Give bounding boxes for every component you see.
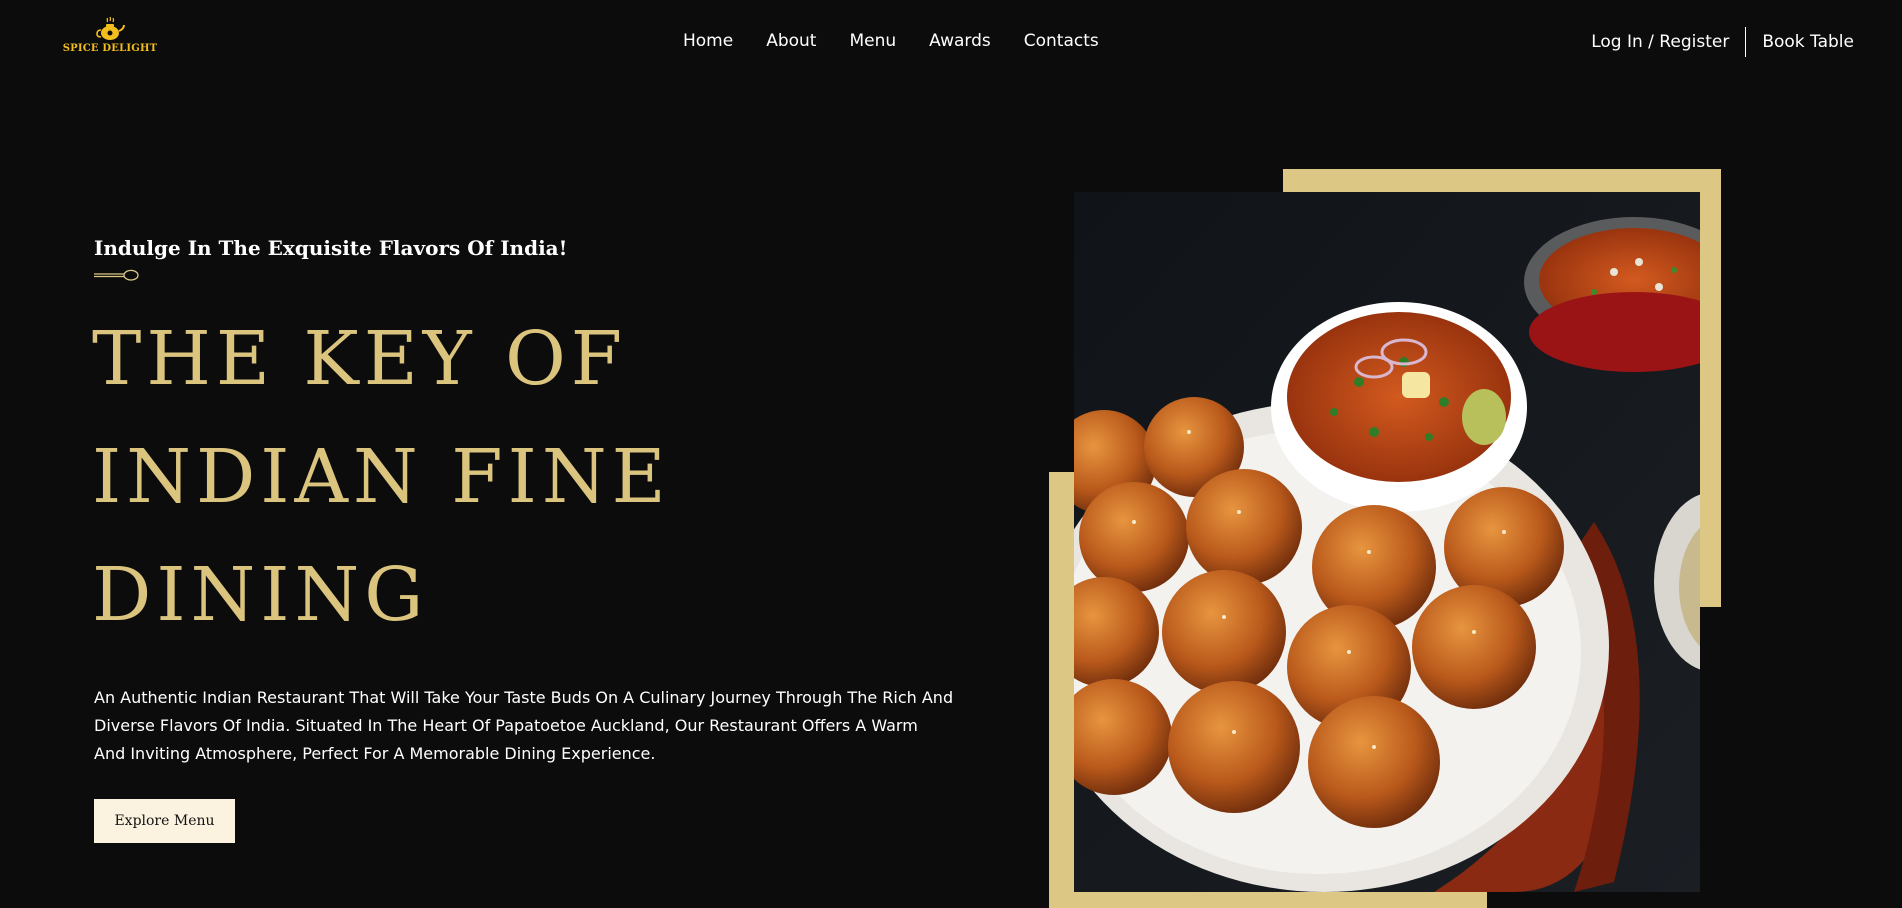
headline-line-1: THE KEY OF — [92, 316, 628, 402]
nav-home[interactable]: Home — [683, 31, 733, 51]
headline-line-2: INDIAN FINE — [92, 434, 671, 520]
hero-tagline: Indulge In The Exquisite Flavors Of Indi… — [94, 236, 568, 260]
header-divider — [1745, 27, 1747, 57]
main-nav: Home About Menu Awards Contacts — [683, 31, 1099, 51]
hero-food-image — [1074, 192, 1700, 892]
nav-awards[interactable]: Awards — [929, 31, 991, 51]
explore-menu-button[interactable]: Explore Menu — [94, 799, 235, 843]
pav-bhaji-illustration — [1074, 192, 1700, 892]
nav-about[interactable]: About — [766, 31, 816, 51]
brand-name: SPICE DELIGHT — [62, 43, 158, 54]
spoon-icon — [94, 269, 139, 281]
book-table-link[interactable]: Book Table — [1762, 32, 1854, 52]
hero-headline: THE KEY OF INDIAN FINE DINING — [92, 300, 792, 654]
site-header: SPICE DELIGHT Home About Menu Awards Con… — [0, 0, 1902, 84]
headline-line-3: DINING — [92, 552, 429, 638]
login-register-link[interactable]: Log In / Register — [1591, 32, 1729, 52]
nav-contacts[interactable]: Contacts — [1024, 31, 1099, 51]
teapot-logo-icon — [96, 16, 125, 40]
nav-menu[interactable]: Menu — [849, 31, 896, 51]
header-actions: Log In / Register Book Table — [1591, 26, 1854, 58]
hero-description: An Authentic Indian Restaurant That Will… — [94, 688, 954, 763]
brand-logo[interactable]: SPICE DELIGHT — [58, 16, 162, 60]
